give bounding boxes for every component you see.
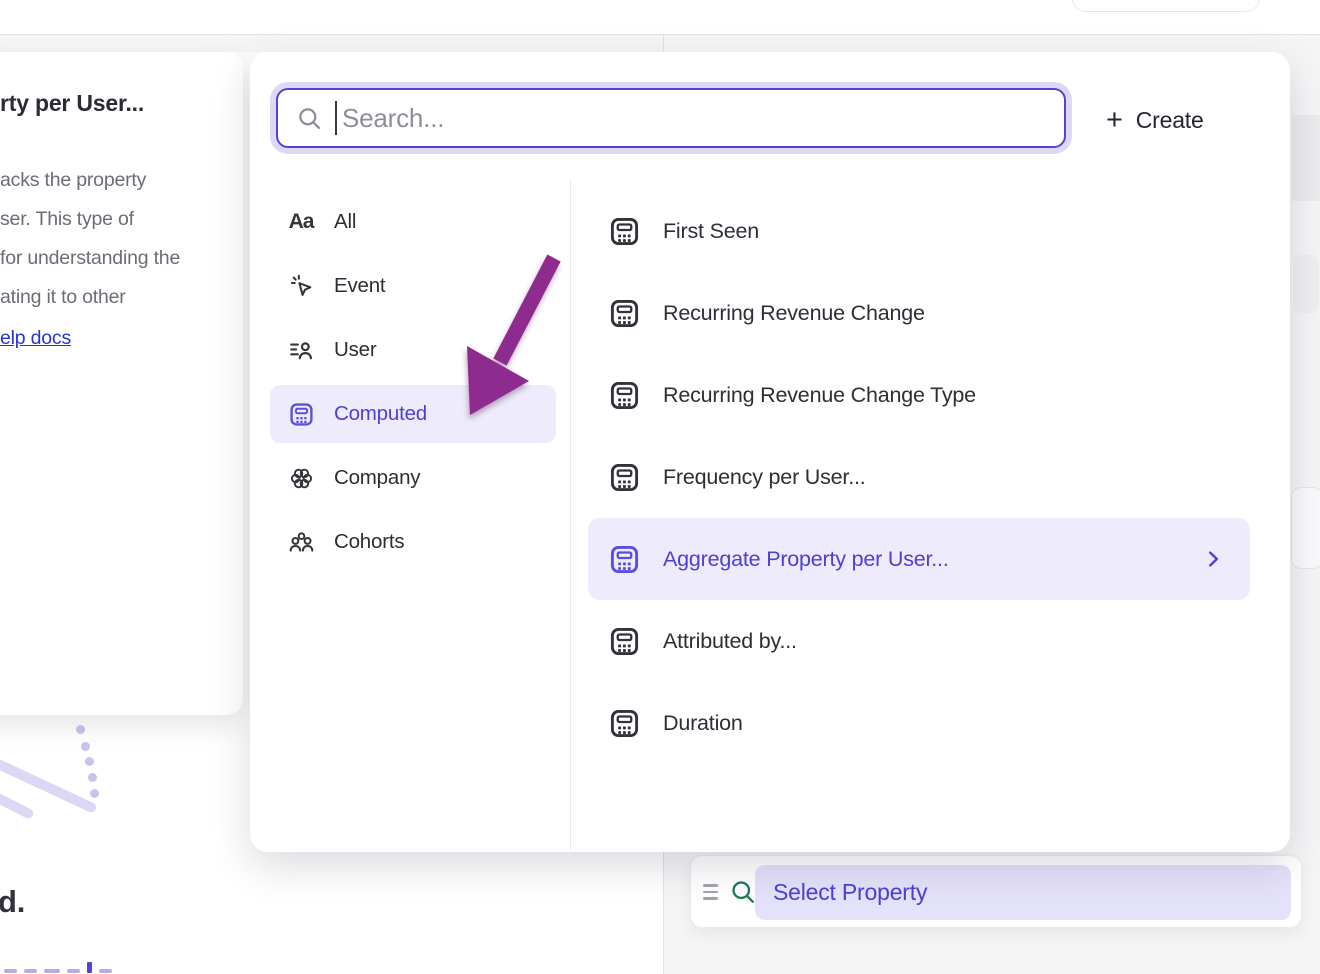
clipped-link-fragment: [4, 962, 112, 973]
category-label: Computed: [334, 402, 427, 426]
tooltip-line: for understanding the: [0, 239, 243, 278]
search-field[interactable]: [276, 88, 1066, 148]
tooltip-title: rty per User...: [0, 90, 243, 117]
property-label: Attributed by...: [663, 629, 797, 654]
category-label: Event: [334, 274, 385, 298]
property-recurring-revenue-change[interactable]: Recurring Revenue Change: [588, 272, 1250, 354]
company-flower-icon: [286, 463, 316, 493]
event-click-icon: [286, 271, 316, 301]
create-button-label: Create: [1136, 107, 1204, 134]
property-tooltip-card: rty per User... acks the property ser. T…: [0, 52, 243, 715]
chevron-right-icon: [1202, 548, 1224, 570]
select-property-label: Select Property: [773, 879, 927, 906]
property-label: Recurring Revenue Change: [663, 301, 925, 326]
category-label: User: [334, 338, 376, 362]
property-label: Duration: [663, 711, 743, 736]
property-first-seen[interactable]: First Seen: [588, 190, 1250, 272]
property-label: Recurring Revenue Change Type: [663, 383, 976, 408]
decorative-dot: [76, 725, 85, 734]
search-icon: [296, 105, 323, 132]
category-all[interactable]: Aa All: [270, 193, 556, 251]
plus-icon: +: [1106, 106, 1123, 135]
background-pill-fragment: [1072, 0, 1260, 12]
tooltip-line: ser. This type of: [0, 200, 243, 239]
tooltip-body: acks the property ser. This type of for …: [0, 161, 243, 358]
decorative-dot: [81, 742, 90, 751]
property-duration[interactable]: Duration: [588, 682, 1250, 764]
category-label: Cohorts: [334, 530, 404, 554]
background-fragment: [1291, 487, 1320, 569]
decorative-dot: [88, 773, 97, 782]
tooltip-line: ating it to other: [0, 278, 243, 317]
property-aggregate-property-per-user[interactable]: Aggregate Property per User...: [588, 518, 1250, 600]
cohorts-people-icon: [286, 527, 316, 557]
property-attributed-by[interactable]: Attributed by...: [588, 600, 1250, 682]
property-label: Frequency per User...: [663, 465, 866, 490]
user-list-icon: [286, 335, 316, 365]
calculator-icon: [608, 625, 641, 658]
property-label: Aggregate Property per User...: [663, 547, 949, 572]
category-label: All: [334, 210, 356, 234]
category-cohorts[interactable]: Cohorts: [270, 513, 556, 571]
calculator-icon: [608, 297, 641, 330]
property-label: First Seen: [663, 219, 759, 244]
property-list: First Seen Recurring Revenue Change Recu…: [588, 190, 1250, 764]
decorative-dot: [90, 789, 99, 798]
clipped-background-text: d.: [0, 884, 25, 920]
calculator-icon: [608, 215, 641, 248]
property-selector-bar: Select Property: [690, 855, 1302, 928]
calculator-icon: [608, 543, 641, 576]
modal-divider: [570, 180, 571, 850]
calculator-icon: [608, 379, 641, 412]
tooltip-line: acks the property: [0, 161, 243, 200]
property-picker-modal: + Create Aa All Event User Computed Comp…: [250, 52, 1290, 852]
category-company[interactable]: Company: [270, 449, 556, 507]
calculator-icon: [286, 399, 316, 429]
background-fragment: [1292, 115, 1320, 201]
calculator-icon: [608, 707, 641, 740]
calculator-icon: [608, 461, 641, 494]
text-format-icon: Aa: [286, 207, 316, 237]
property-recurring-revenue-change-type[interactable]: Recurring Revenue Change Type: [588, 354, 1250, 436]
property-search-icon: [729, 878, 757, 906]
search-input[interactable]: [340, 102, 1046, 135]
create-button[interactable]: + Create: [1106, 100, 1204, 140]
help-docs-link[interactable]: elp docs: [0, 319, 71, 358]
annotation-arrow: [450, 250, 570, 430]
drag-handle-icon[interactable]: [703, 884, 718, 904]
property-frequency-per-user[interactable]: Frequency per User...: [588, 436, 1250, 518]
background-fragment: [1293, 255, 1319, 313]
text-cursor: [335, 101, 337, 135]
category-label: Company: [334, 466, 420, 490]
decorative-dot: [85, 757, 94, 766]
select-property-button[interactable]: Select Property: [755, 865, 1291, 920]
